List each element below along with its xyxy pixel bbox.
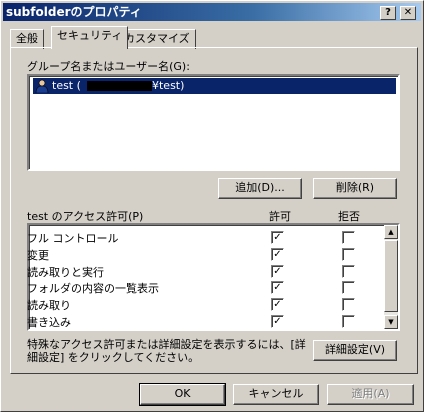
deny-checkbox[interactable] (342, 315, 355, 328)
permission-name: 変更 (27, 249, 49, 262)
allow-header: 許可 (269, 210, 291, 223)
permission-name: フル コントロール (27, 232, 119, 245)
tab-label: 全般 (16, 32, 38, 45)
deny-checkbox[interactable] (342, 265, 355, 278)
user-icon (35, 79, 49, 93)
advanced-info-line1: 特殊なアクセス許可または詳細設定を表示するには、[詳 (27, 338, 306, 351)
add-button-label: 追加(D)... (235, 181, 285, 194)
apply-button[interactable]: 適用(A) (327, 384, 414, 405)
deny-header: 拒否 (338, 210, 360, 223)
allow-checkbox[interactable]: ✓ (271, 231, 284, 244)
up-arrow-icon: ▲ (388, 228, 394, 236)
deny-checkbox[interactable] (342, 281, 355, 294)
allow-checkbox[interactable]: ✓ (271, 281, 284, 294)
security-panel: グループ名またはユーザー名(G): test ( ¥test) 追加(D)...… (10, 47, 418, 374)
advanced-info-text: 特殊なアクセス許可または詳細設定を表示するには、[詳 細設定] をクリックしてく… (27, 338, 306, 364)
tab-security[interactable]: セキュリティ (51, 26, 129, 49)
remove-button-label: 削除(R) (335, 181, 375, 194)
help-icon: ? (385, 7, 391, 18)
add-button[interactable]: 追加(D)... (218, 178, 302, 199)
help-button[interactable]: ? (380, 6, 396, 20)
scroll-thumb[interactable] (384, 240, 398, 312)
tab-general[interactable]: 全般 (10, 29, 44, 49)
apply-button-label: 適用(A) (351, 387, 390, 400)
permission-name: 読み取り (27, 299, 71, 312)
users-label: グループ名またはユーザー名(G): (27, 60, 190, 73)
advanced-info-line2: 細設定] をクリックしてください。 (27, 351, 200, 364)
tab-customize[interactable]: カスタマイズ (118, 29, 196, 49)
permission-name: 書き込み (27, 316, 71, 329)
cancel-button-label: キャンセル (248, 387, 304, 400)
advanced-button[interactable]: 詳細設定(V) (313, 340, 397, 361)
allow-checkbox[interactable]: ✓ (271, 265, 284, 278)
redacted-block (87, 81, 152, 91)
remove-button[interactable]: 削除(R) (313, 178, 397, 199)
advanced-button-label: 詳細設定(V) (324, 343, 386, 356)
tab-label: セキュリティ (57, 29, 123, 42)
scroll-down-button[interactable]: ▼ (384, 315, 398, 329)
permissions-label: test のアクセス許可(P) (27, 210, 144, 223)
window-title: subfolderのプロパティ (6, 5, 142, 19)
scroll-up-button[interactable]: ▲ (384, 225, 398, 239)
cancel-button[interactable]: キャンセル (233, 384, 319, 405)
allow-checkbox[interactable]: ✓ (271, 298, 284, 311)
list-item-user[interactable]: test ( ¥test) (33, 78, 396, 94)
ok-button[interactable]: OK (139, 383, 226, 406)
permissions-scrollbar[interactable]: ▲ ▼ (384, 225, 398, 329)
tab-label: カスタマイズ (124, 32, 190, 45)
deny-checkbox[interactable] (342, 248, 355, 261)
down-arrow-icon: ▼ (388, 318, 394, 326)
permission-name: 読み取りと実行 (27, 266, 104, 279)
title-bar: subfolderのプロパティ ? ✕ (3, 3, 421, 21)
user-domain-suffix: ¥test) (152, 79, 185, 92)
deny-checkbox[interactable] (342, 298, 355, 311)
user-name: test ( (52, 79, 81, 92)
deny-checkbox[interactable] (342, 231, 355, 244)
ok-button-label: OK (174, 387, 191, 400)
properties-dialog: subfolderのプロパティ ? ✕ 全般 セキュリティ カスタマイズ グルー… (0, 0, 424, 412)
close-button[interactable]: ✕ (400, 6, 416, 20)
close-icon: ✕ (403, 7, 413, 18)
permission-name: フォルダの内容の一覧表示 (27, 282, 159, 295)
allow-checkbox[interactable]: ✓ (271, 248, 284, 261)
allow-checkbox[interactable]: ✓ (271, 315, 284, 328)
users-list[interactable]: test ( ¥test) (27, 74, 400, 171)
